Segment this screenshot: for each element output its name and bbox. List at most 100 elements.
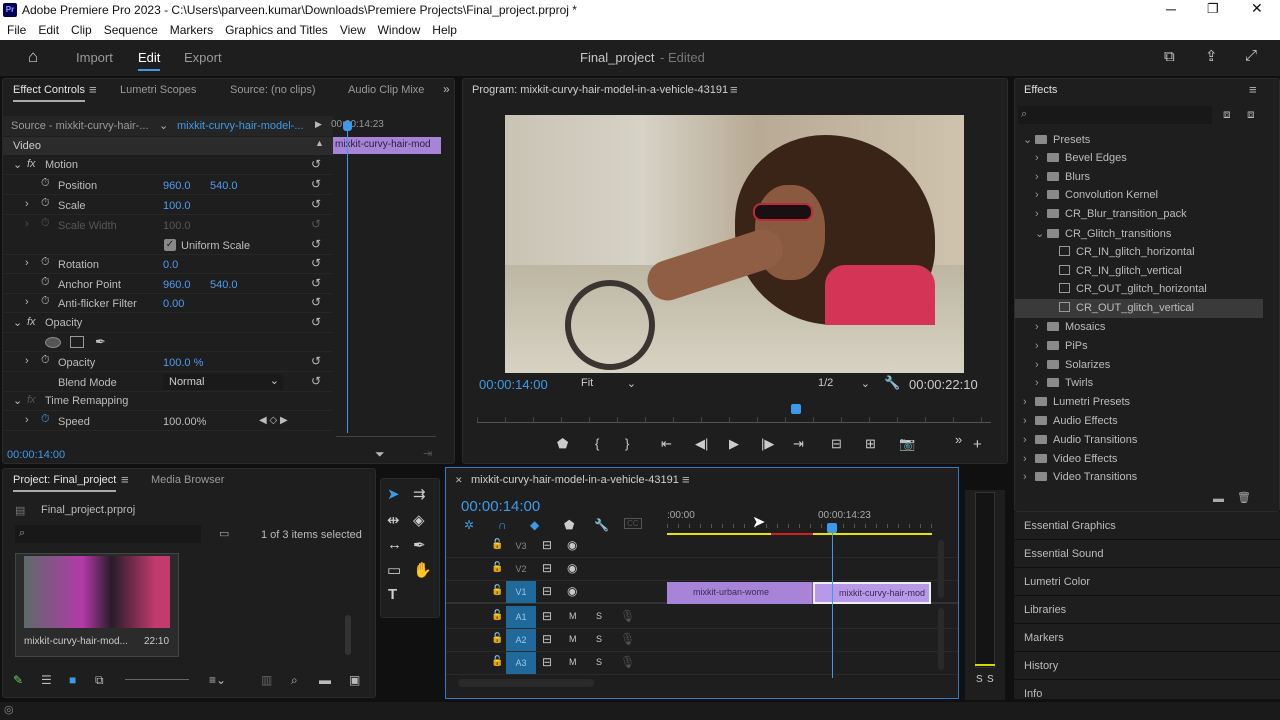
mic-icon[interactable]: 🎙 bbox=[620, 655, 635, 669]
menu-file[interactable]: File bbox=[1, 20, 32, 40]
go-to-out-icon[interactable]: ⇥ bbox=[793, 436, 804, 452]
step-back-icon[interactable]: ◀| bbox=[695, 436, 708, 452]
antiflicker-value[interactable]: 0.00 bbox=[163, 298, 184, 310]
play-button[interactable]: ▶ bbox=[729, 436, 739, 452]
lock-icon[interactable]: 🔓 bbox=[491, 656, 503, 667]
solo-left-button[interactable]: S bbox=[976, 674, 983, 685]
effects-tree-item[interactable]: › Lumetri Presets bbox=[1015, 393, 1263, 412]
razor-tool-icon[interactable]: ◈ bbox=[413, 511, 425, 529]
anchor-x[interactable]: 960.0 bbox=[163, 279, 191, 291]
sequence-clip-dropdown[interactable]: mixkit-curvy-hair-model-... bbox=[177, 120, 304, 132]
menu-sequence[interactable]: Sequence bbox=[98, 20, 164, 40]
mute-button[interactable]: M bbox=[569, 611, 577, 621]
lock-icon[interactable]: 🔓 bbox=[491, 562, 503, 573]
sort-icon[interactable]: ≡⌄ bbox=[209, 673, 226, 687]
close-sequence-icon[interactable]: ✕ bbox=[455, 475, 463, 486]
vertical-scrollbar-audio[interactable] bbox=[938, 608, 944, 670]
lock-icon[interactable]: 🔓 bbox=[491, 539, 503, 550]
reset-icon[interactable]: ↺ bbox=[311, 374, 321, 388]
panel-menu-icon[interactable]: ≡ bbox=[89, 82, 97, 97]
yuv-effects-icon[interactable]: ⧈ bbox=[1247, 107, 1255, 122]
more-tabs-icon[interactable]: » bbox=[443, 82, 450, 96]
track-v3-label[interactable]: V3 bbox=[506, 535, 536, 557]
project-scrollbar[interactable] bbox=[345, 615, 351, 655]
eye-icon[interactable]: ◉ bbox=[567, 584, 577, 598]
chevron-down-icon[interactable]: ⌄ bbox=[1023, 133, 1035, 146]
keyframe-nav[interactable]: ◀ ◇ ▶ bbox=[259, 415, 288, 426]
filter-icon[interactable]: ⏷ bbox=[375, 447, 385, 462]
button-editor-icon[interactable]: + bbox=[973, 436, 982, 453]
tab-media-browser[interactable]: Media Browser bbox=[151, 474, 224, 486]
ellipse-mask-icon[interactable] bbox=[45, 337, 61, 348]
time-remapping-row[interactable]: ⌄ fx Time Remapping bbox=[3, 392, 333, 411]
selection-tool-icon[interactable]: ➤ bbox=[387, 485, 400, 503]
reset-icon[interactable]: ↺ bbox=[311, 177, 321, 191]
quick-export-icon[interactable]: ⧉ bbox=[1164, 48, 1175, 65]
bin-icon[interactable]: ▭ bbox=[219, 527, 229, 540]
program-title[interactable]: Program: mixkit-curvy-hair-model-in-a-ve… bbox=[472, 84, 728, 96]
lock-icon[interactable]: 🔓 bbox=[491, 633, 503, 644]
clip-curvy-hair[interactable]: mixkit-curvy-hair-mod bbox=[813, 582, 931, 604]
track-a3-label[interactable]: A3 bbox=[506, 652, 536, 674]
mini-zoom-scrollbar[interactable] bbox=[336, 436, 436, 444]
sync-lock-icon[interactable]: ⊟ bbox=[542, 632, 552, 646]
effects-tree-item[interactable]: › Mosaics bbox=[1015, 318, 1263, 337]
blend-mode-dropdown[interactable]: Normal ⌄ bbox=[163, 374, 283, 390]
chevron-right-icon[interactable]: › bbox=[25, 198, 29, 210]
nest-icon[interactable]: ✲ bbox=[464, 518, 474, 532]
mini-playhead-handle[interactable] bbox=[343, 121, 352, 131]
stopwatch-icon[interactable]: ⏱ bbox=[41, 177, 50, 190]
effects-tree-item[interactable]: › Twirls bbox=[1015, 374, 1263, 393]
effects-tree-item[interactable]: CR_OUT_glitch_vertical bbox=[1015, 299, 1263, 319]
opacity-group-row[interactable]: ⌄ fx Opacity ↺ bbox=[3, 314, 333, 333]
fullscreen-icon[interactable]: ⤢ bbox=[1245, 47, 1257, 64]
track-v2-label[interactable]: V2 bbox=[506, 558, 536, 580]
tab-audio-clip-mixer[interactable]: Audio Clip Mixe bbox=[348, 84, 424, 96]
effects-tree-item[interactable]: › PiPs bbox=[1015, 337, 1263, 356]
minimize-button[interactable]: ─ bbox=[1166, 1, 1176, 17]
solo-right-button[interactable]: S bbox=[987, 674, 994, 685]
panel-menu-icon[interactable]: ≡ bbox=[730, 82, 738, 97]
new-folder-icon[interactable]: ▬ bbox=[1213, 493, 1224, 505]
reset-icon[interactable]: ↺ bbox=[311, 157, 321, 171]
chevron-right-icon[interactable]: › bbox=[1035, 171, 1047, 183]
reset-icon[interactable]: ↺ bbox=[311, 354, 321, 368]
panel-menu-icon[interactable]: ≡ bbox=[121, 472, 129, 487]
track-a2-label[interactable]: A2 bbox=[506, 629, 536, 651]
tab-project[interactable]: Project: Final_project bbox=[13, 474, 117, 492]
timeline-timecode[interactable]: 00:00:14:00 bbox=[461, 498, 540, 515]
chevron-right-icon[interactable]: › bbox=[1023, 471, 1035, 483]
scale-value[interactable]: 100.0 bbox=[163, 200, 191, 212]
fx-icon[interactable]: fx bbox=[27, 316, 36, 328]
dock-essential-sound[interactable]: Essential Sound bbox=[1014, 540, 1280, 568]
sequence-tab[interactable]: mixkit-curvy-hair-model-in-a-vehicle-431… bbox=[471, 474, 679, 486]
chevron-right-icon[interactable]: › bbox=[1023, 434, 1035, 446]
chevron-right-icon[interactable]: › bbox=[1035, 152, 1047, 164]
share-icon[interactable]: ⇪ bbox=[1205, 47, 1218, 65]
reset-icon[interactable]: ↺ bbox=[311, 295, 321, 309]
chevron-icon[interactable]: ⌄ bbox=[13, 316, 22, 329]
reset-icon[interactable]: ↺ bbox=[311, 276, 321, 290]
fit-dropdown[interactable]: Fit ⌄ bbox=[581, 377, 636, 390]
wrench-icon[interactable]: 🔧 bbox=[884, 375, 900, 391]
export-icon[interactable]: ⇥ bbox=[423, 447, 432, 460]
snap-icon[interactable]: ∩ bbox=[498, 518, 507, 532]
reset-icon[interactable]: ↺ bbox=[311, 237, 321, 251]
menu-help[interactable]: Help bbox=[426, 20, 463, 40]
lift-icon[interactable]: ⊟ bbox=[831, 436, 842, 452]
fx-icon[interactable]: fx bbox=[27, 158, 36, 170]
chevron-right-icon[interactable]: › bbox=[1035, 377, 1047, 389]
dock-lumetri-color[interactable]: Lumetri Color bbox=[1014, 568, 1280, 596]
export-frame-icon[interactable]: 📷 bbox=[899, 436, 915, 452]
program-timeline-ruler[interactable] bbox=[477, 411, 991, 423]
speed-value[interactable]: 100.00% bbox=[163, 416, 206, 428]
chevron-right-icon[interactable]: › bbox=[25, 257, 29, 269]
chevron-down-icon[interactable]: ⌄ bbox=[1035, 227, 1047, 240]
stopwatch-icon[interactable]: ⏱ bbox=[41, 354, 50, 367]
position-y[interactable]: 540.0 bbox=[210, 180, 238, 192]
chevron-right-icon[interactable]: › bbox=[1035, 359, 1047, 371]
chevron-down-icon[interactable]: ⌄ bbox=[159, 119, 168, 132]
rectangle-tool-icon[interactable]: ▭ bbox=[387, 561, 401, 579]
project-search-input[interactable]: ⌕ bbox=[15, 525, 201, 543]
clip-urban-woman[interactable]: mixkit-urban-wome bbox=[667, 582, 813, 604]
